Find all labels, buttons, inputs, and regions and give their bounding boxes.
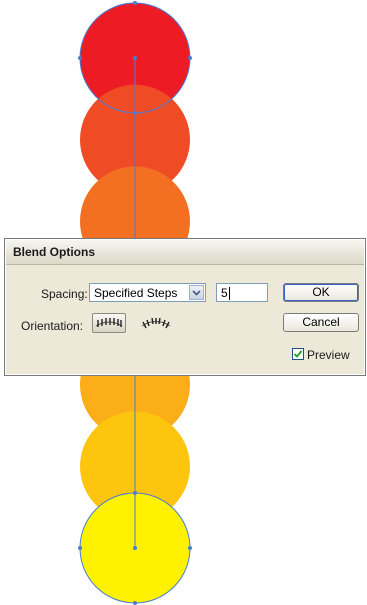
spacing-label: Spacing: <box>41 287 88 301</box>
cancel-button[interactable]: Cancel <box>283 313 359 332</box>
align-to-path-button[interactable] <box>139 313 173 333</box>
preview-checkbox[interactable] <box>292 348 304 360</box>
spacing-dropdown-value: Specified Steps <box>94 286 178 300</box>
align-to-page-icon <box>95 318 123 327</box>
anchor-point[interactable] <box>78 56 82 60</box>
anchor-point[interactable] <box>188 546 192 550</box>
anchor-point[interactable] <box>133 1 137 5</box>
steps-input-value: 5 <box>221 286 228 300</box>
dialog-titlebar[interactable]: Blend Options <box>6 240 364 265</box>
blend-options-dialog: Blend Options Spacing: Specified Steps 5… <box>4 238 366 376</box>
anchor-point[interactable] <box>78 546 82 550</box>
preview-label: Preview <box>307 348 350 362</box>
anchor-point[interactable] <box>133 601 137 605</box>
chevron-down-icon <box>192 290 201 296</box>
align-to-path-icon <box>141 317 171 329</box>
dropdown-arrow-button[interactable] <box>189 285 204 300</box>
ok-button[interactable]: OK <box>283 283 359 302</box>
checkmark-icon <box>293 350 303 358</box>
steps-input[interactable]: 5 <box>216 283 268 302</box>
dialog-title: Blend Options <box>13 245 95 259</box>
orientation-label: Orientation: <box>21 319 84 333</box>
align-to-page-button[interactable] <box>92 313 126 333</box>
text-caret <box>229 287 230 300</box>
anchor-point[interactable] <box>188 56 192 60</box>
spacing-dropdown[interactable]: Specified Steps <box>89 283 206 302</box>
